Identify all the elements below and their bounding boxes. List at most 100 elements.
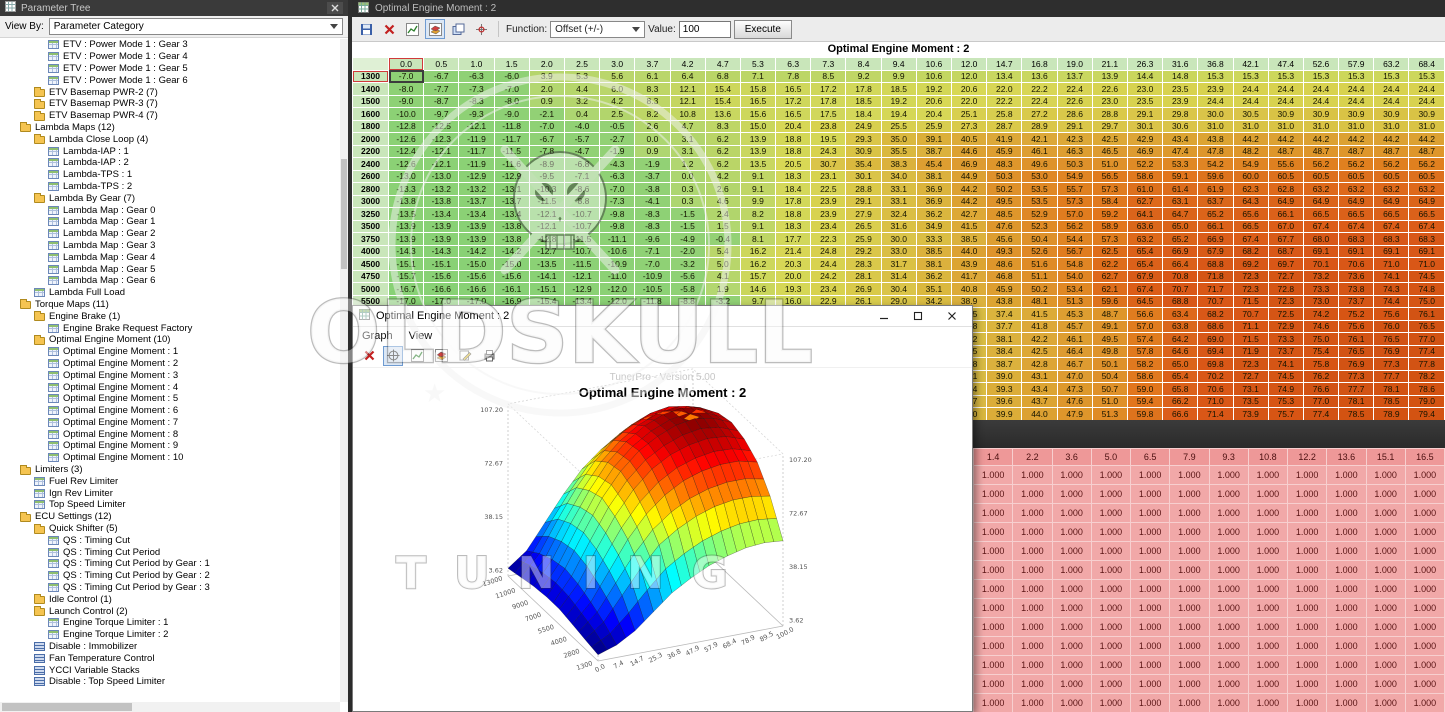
map-cell[interactable]: 74.1 <box>1268 358 1303 371</box>
lambda-cell[interactable]: 1.000 <box>1091 637 1130 656</box>
map-cell[interactable]: 36.2 <box>916 270 951 283</box>
map-cell[interactable]: 78.5 <box>1339 408 1374 421</box>
map-cell[interactable]: 64.9 <box>1268 195 1303 208</box>
row-header[interactable]: 2000 <box>353 133 389 146</box>
map-cell[interactable]: 38.7 <box>987 358 1022 371</box>
map-cell[interactable]: -9.8 <box>600 220 635 233</box>
tree-item[interactable]: Lambda Map : Gear 2 <box>0 228 340 240</box>
map-cell[interactable]: 40.8 <box>952 283 987 296</box>
map-cell[interactable]: 24.8 <box>811 245 846 258</box>
map-cell[interactable]: 59.1 <box>1163 170 1198 183</box>
lambda-cell[interactable]: 1.000 <box>1170 599 1209 618</box>
map-cell[interactable]: -11.7 <box>459 145 494 158</box>
lambda-cell[interactable]: 1.000 <box>1131 542 1170 561</box>
map-cell[interactable]: -14.3 <box>424 245 459 258</box>
lambda-cell[interactable]: 1.000 <box>1327 523 1366 542</box>
map-cell[interactable]: -0.4 <box>705 233 740 246</box>
map-cell[interactable]: -5.7 <box>564 133 599 146</box>
map-cell[interactable]: -4.7 <box>564 145 599 158</box>
map-cell[interactable]: 13.9 <box>740 145 775 158</box>
map-cell[interactable]: 63.8 <box>1163 320 1198 333</box>
map-cell[interactable]: -9.0 <box>389 95 424 108</box>
tree-item[interactable]: Engine Brake Request Factory <box>0 322 340 334</box>
map-cell[interactable]: 63.2 <box>1303 183 1338 196</box>
map-cell[interactable]: 30.9 <box>1339 108 1374 121</box>
map-cell[interactable]: 70.7 <box>1198 295 1233 308</box>
map-cell[interactable]: 45.9 <box>987 145 1022 158</box>
lambda-cell[interactable]: 1.000 <box>1366 466 1405 485</box>
lambda-cell[interactable]: 1.000 <box>1248 694 1287 712</box>
map-cell[interactable]: -13.9 <box>389 233 424 246</box>
map-cell[interactable]: 59.6 <box>1198 170 1233 183</box>
lambda-cell[interactable]: 1.000 <box>1052 618 1091 637</box>
map-cell[interactable]: 18.8 <box>776 145 811 158</box>
map-cell[interactable]: 65.2 <box>1163 233 1198 246</box>
map-cell[interactable]: 63.2 <box>1409 183 1445 196</box>
lambda-cell[interactable]: 1.000 <box>1366 656 1405 675</box>
lambda-cell[interactable]: 1.000 <box>1091 523 1130 542</box>
lambda-cell[interactable]: 1.000 <box>1288 504 1327 523</box>
map-cell[interactable]: 75.6 <box>1374 308 1409 321</box>
lambda-cell[interactable]: 1.000 <box>1248 656 1287 675</box>
lambda-cell[interactable]: 1.000 <box>1170 523 1209 542</box>
column-header[interactable]: 1.4 <box>974 449 1013 466</box>
lambda-cell[interactable]: 1.000 <box>1209 542 1248 561</box>
map-cell[interactable]: 78.1 <box>1339 395 1374 408</box>
row-header[interactable]: 1300 <box>353 70 389 83</box>
lambda-cell[interactable]: 1.000 <box>1248 599 1287 618</box>
map-cell[interactable]: -12.5 <box>424 120 459 133</box>
map-cell[interactable]: 24.9 <box>846 120 881 133</box>
lambda-cell[interactable]: 1.000 <box>1288 637 1327 656</box>
column-header[interactable]: 36.8 <box>1198 58 1233 71</box>
map-cell[interactable]: 0.9 <box>635 145 670 158</box>
map-cell[interactable]: 48.7 <box>1268 145 1303 158</box>
map-cell[interactable]: 36.2 <box>916 208 951 221</box>
map-cell[interactable]: 52.6 <box>1022 245 1057 258</box>
map-cell[interactable]: 8.3 <box>635 83 670 96</box>
map-cell[interactable]: 35.1 <box>916 283 951 296</box>
map-cell[interactable]: 72.3 <box>1268 295 1303 308</box>
map-cell[interactable]: 51.3 <box>1057 295 1092 308</box>
lambda-cell[interactable]: 1.000 <box>1248 542 1287 561</box>
map-cell[interactable]: 30.1 <box>846 170 881 183</box>
map-cell[interactable]: 47.9 <box>1057 408 1092 421</box>
map-cell[interactable]: 18.8 <box>776 133 811 146</box>
lambda-cell[interactable]: 1.000 <box>1013 542 1052 561</box>
tree-item[interactable]: Ign Rev Limiter <box>0 487 340 499</box>
map-cell[interactable]: 77.0 <box>1303 395 1338 408</box>
map-cell[interactable]: 75.0 <box>1409 295 1445 308</box>
map-cell[interactable]: -13.8 <box>494 233 529 246</box>
lambda-cell[interactable]: 1.000 <box>1209 580 1248 599</box>
map-cell[interactable]: 77.3 <box>1374 358 1409 371</box>
map-cell[interactable]: 50.7 <box>1092 383 1127 396</box>
map-cell[interactable]: 20.6 <box>916 95 951 108</box>
lambda-cell[interactable]: 1.000 <box>1248 523 1287 542</box>
column-header[interactable]: 16.8 <box>1022 58 1057 71</box>
map-cell[interactable]: 23.9 <box>811 208 846 221</box>
map-cell[interactable]: -10.6 <box>600 245 635 258</box>
map-cell[interactable]: 4.6 <box>705 195 740 208</box>
map-cell[interactable]: 50.4 <box>1092 370 1127 383</box>
lambda-cell[interactable]: 1.000 <box>1366 485 1405 504</box>
map-cell[interactable]: 48.2 <box>1233 145 1268 158</box>
map-cell[interactable]: 63.2 <box>1339 183 1374 196</box>
map-cell[interactable]: 39.9 <box>987 408 1022 421</box>
map-cell[interactable]: -10.5 <box>635 283 670 296</box>
lambda-cell[interactable]: 1.000 <box>1052 542 1091 561</box>
map-cell[interactable]: 28.3 <box>846 258 881 271</box>
lambda-cell[interactable]: 1.000 <box>1405 675 1444 694</box>
lambda-cell[interactable]: 1.000 <box>1131 580 1170 599</box>
tree-item[interactable]: QS : Timing Cut Period <box>0 546 340 558</box>
map-cell[interactable]: 66.5 <box>1303 208 1338 221</box>
map-cell[interactable]: -15.1 <box>389 258 424 271</box>
map-cell[interactable]: -4.1 <box>635 195 670 208</box>
row-header[interactable]: 5000 <box>353 283 389 296</box>
map-cell[interactable]: 15.4 <box>705 83 740 96</box>
column-header[interactable]: 3.6 <box>1052 449 1091 466</box>
map-cell[interactable]: 68.2 <box>1233 245 1268 258</box>
map-cell[interactable]: 24.3 <box>811 145 846 158</box>
map-cell[interactable]: 24.4 <box>1339 95 1374 108</box>
map-cell[interactable]: 0.0 <box>670 170 705 183</box>
map-cell[interactable]: 20.3 <box>776 258 811 271</box>
tree-item[interactable]: ETV Basemap PWR-4 (7) <box>0 110 340 122</box>
